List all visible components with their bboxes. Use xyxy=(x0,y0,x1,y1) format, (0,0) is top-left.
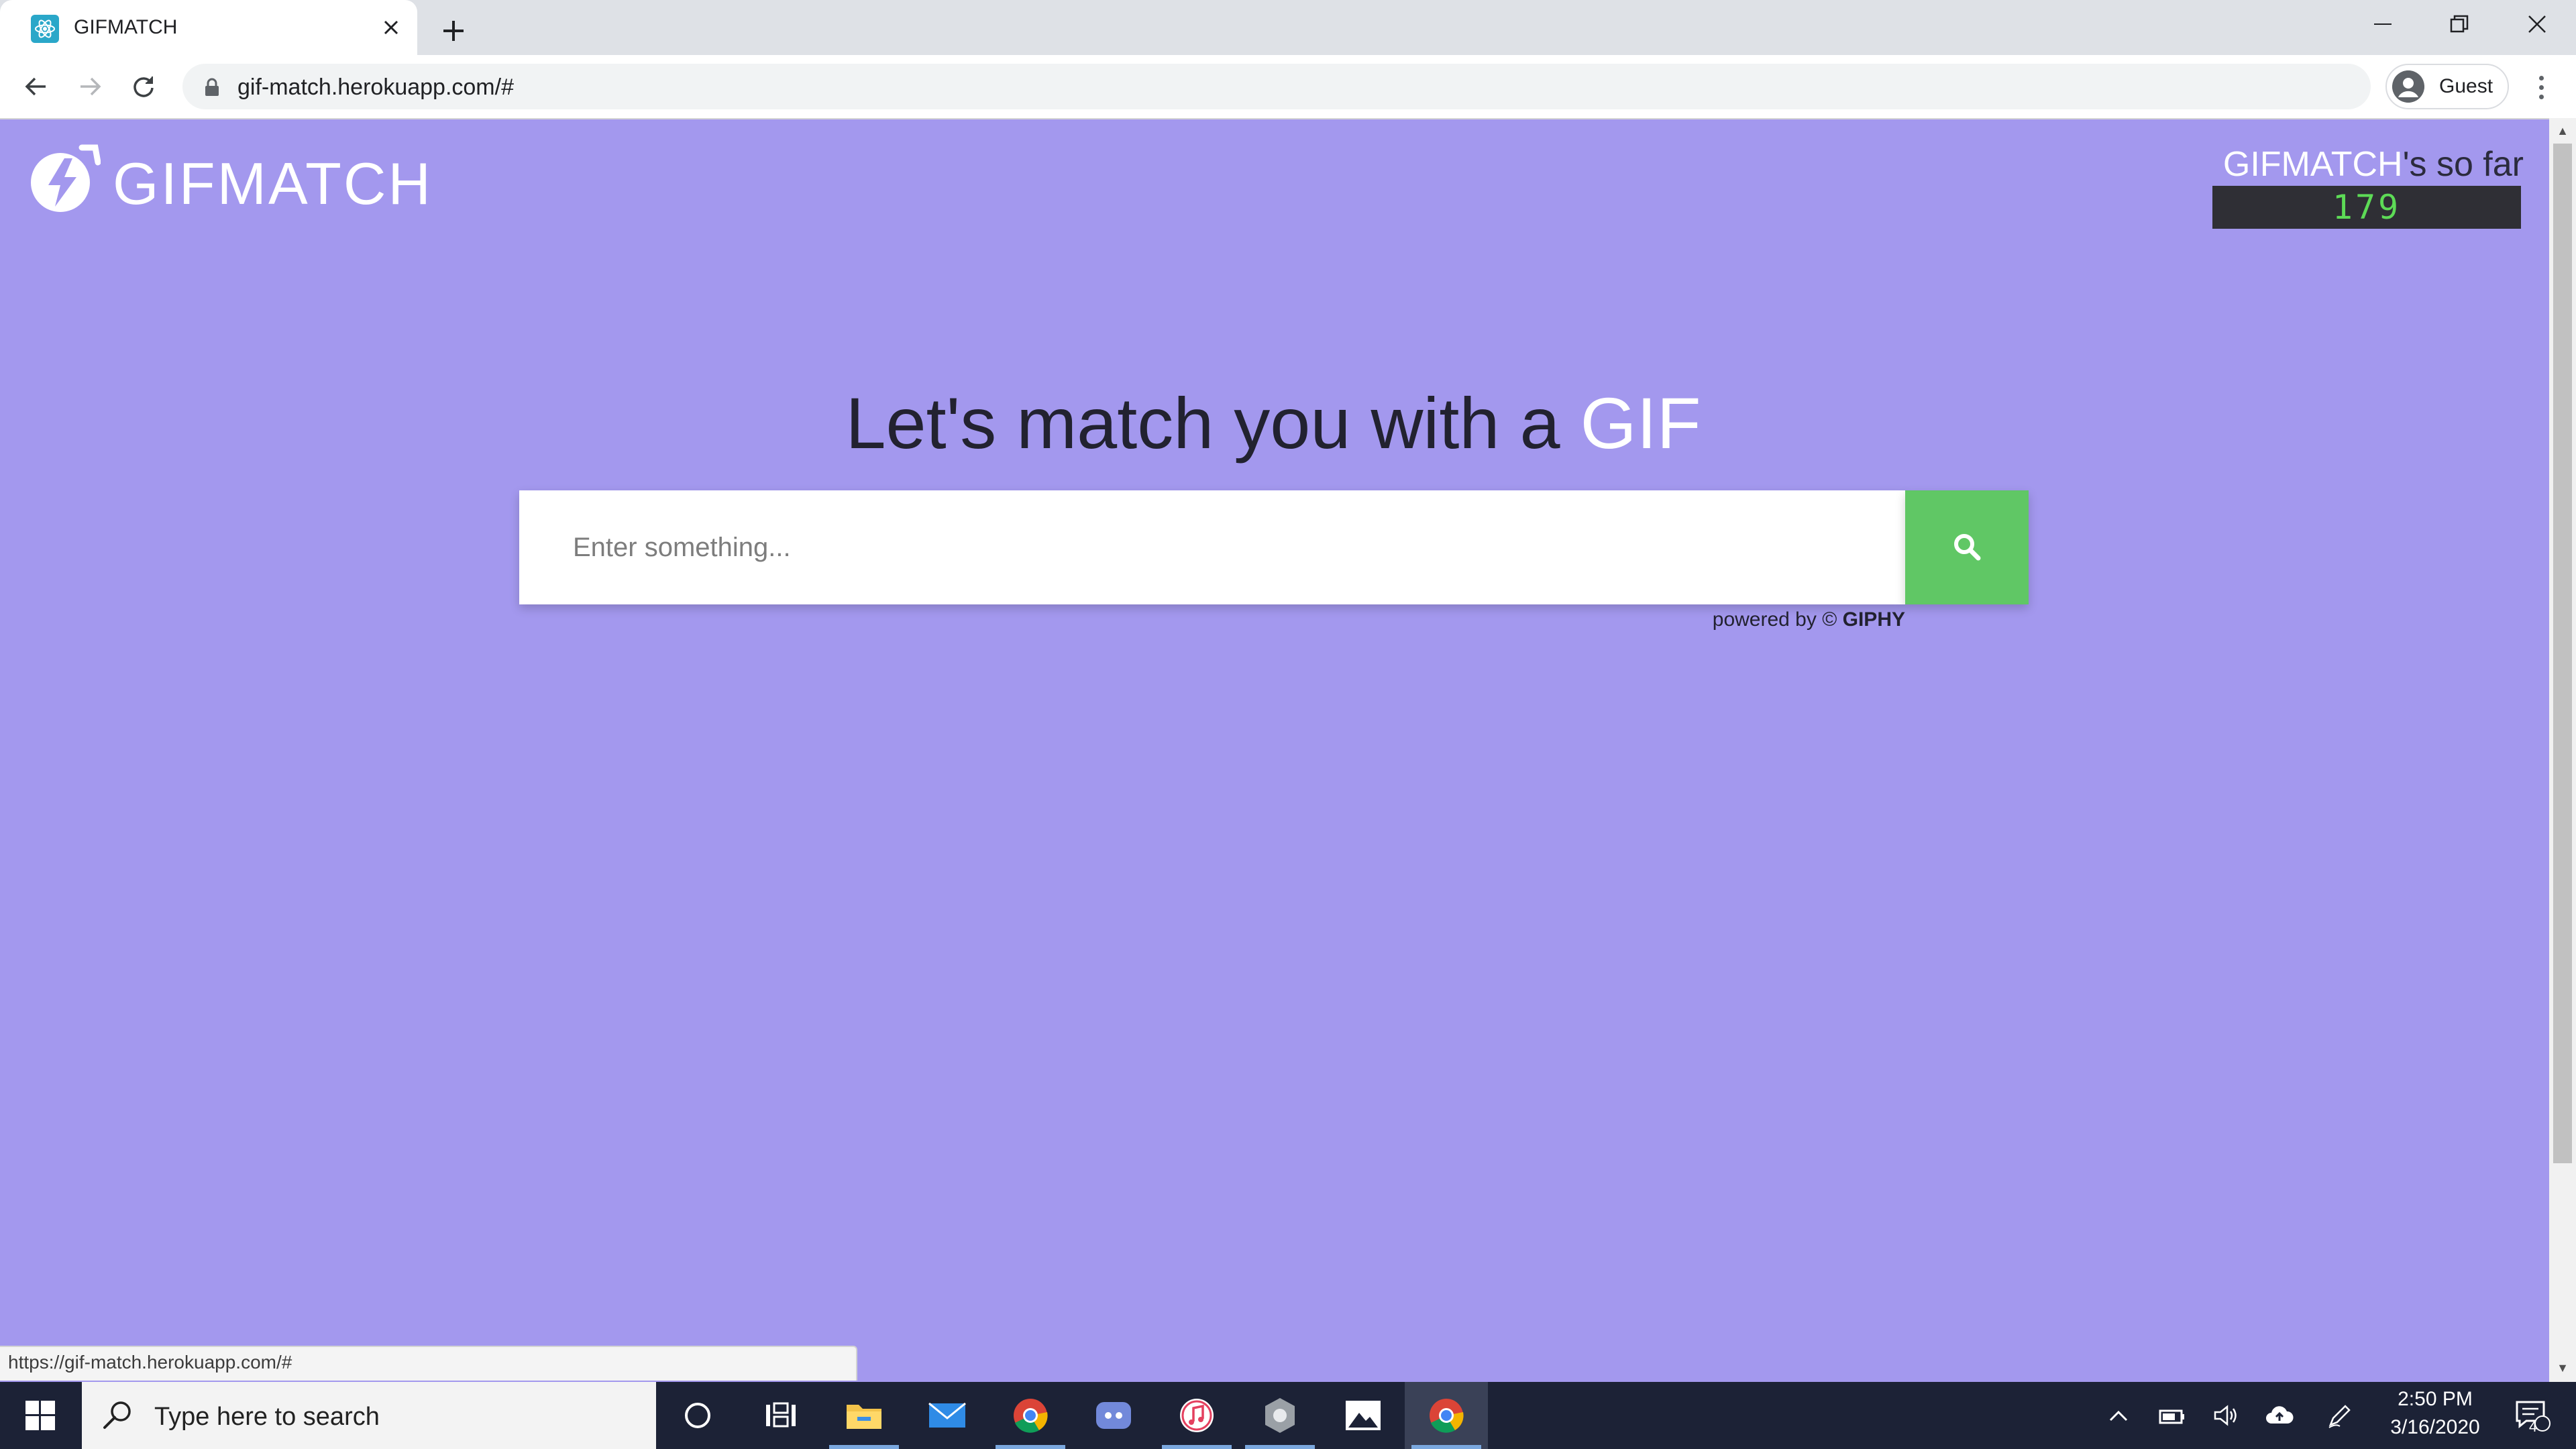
headline-accent: GIF xyxy=(1580,382,1701,464)
giphy-link[interactable]: GIPHY xyxy=(1843,608,1905,631)
gifmatch-logo-icon[interactable] xyxy=(25,142,101,217)
itunes-icon[interactable] xyxy=(1155,1382,1238,1449)
photos-icon[interactable] xyxy=(1322,1382,1405,1449)
page-headline: Let's match you with a GIF xyxy=(0,380,2546,467)
chevron-up-icon[interactable] xyxy=(2098,1382,2139,1449)
chrome-icon[interactable] xyxy=(989,1382,1072,1449)
back-icon[interactable] xyxy=(17,68,55,105)
profile-avatar-icon xyxy=(2392,70,2424,103)
clock-date[interactable]: 3/16/2020 xyxy=(2375,1414,2496,1441)
new-tab-icon[interactable] xyxy=(435,12,472,50)
search-icon xyxy=(1952,532,1982,564)
minimize-icon[interactable] xyxy=(2356,7,2410,42)
lock-icon[interactable] xyxy=(204,78,220,100)
scrollbar-thumb[interactable] xyxy=(2553,144,2572,1163)
tab-close-icon[interactable] xyxy=(376,12,407,43)
react-favicon-icon xyxy=(31,15,59,43)
app-icon[interactable] xyxy=(1238,1382,1322,1449)
browser-tab[interactable] xyxy=(0,0,417,55)
cortana-icon[interactable] xyxy=(656,1382,739,1449)
task-view-icon[interactable] xyxy=(739,1382,822,1449)
notification-count: 4 xyxy=(2528,1418,2538,1435)
search-button[interactable] xyxy=(1905,490,2029,604)
clock-time[interactable]: 2:50 PM xyxy=(2375,1386,2496,1413)
counter-label-rest: 's so far xyxy=(2402,145,2524,184)
pen-icon[interactable] xyxy=(2320,1382,2360,1449)
chrome-icon[interactable] xyxy=(1405,1382,1488,1449)
mail-icon[interactable] xyxy=(906,1382,989,1449)
file-explorer-icon[interactable] xyxy=(822,1382,906,1449)
status-url: https://gif-match.herokuapp.com/# xyxy=(8,1352,292,1373)
tab-title: GIFMATCH xyxy=(74,16,178,38)
volume-icon[interactable] xyxy=(2206,1382,2246,1449)
taskbar-search-icon xyxy=(99,1397,137,1438)
taskbar-search-placeholder: Type here to search xyxy=(154,1403,380,1431)
scroll-down-icon[interactable]: ▼ xyxy=(2553,1358,2572,1378)
forward-icon[interactable] xyxy=(71,68,109,105)
window-close-icon[interactable] xyxy=(2510,7,2564,42)
browser-menu-icon[interactable] xyxy=(2528,70,2555,105)
discord-icon[interactable] xyxy=(1072,1382,1155,1449)
url-text[interactable]: gif-match.herokuapp.com/# xyxy=(237,74,514,101)
counter-label: GIFMATCH's so far xyxy=(2211,144,2524,185)
onedrive-cloud-icon[interactable] xyxy=(2259,1382,2300,1449)
windows-start-icon[interactable] xyxy=(0,1382,80,1449)
powered-prefix: powered by © xyxy=(1712,608,1843,631)
logo-text[interactable]: GIFMATCH xyxy=(113,152,433,216)
restore-icon[interactable] xyxy=(2432,7,2486,42)
scroll-up-icon[interactable]: ▲ xyxy=(2553,121,2572,141)
headline-text: Let's match you with a xyxy=(845,382,1580,464)
notification-center-icon[interactable] xyxy=(2502,1382,2563,1449)
battery-icon[interactable] xyxy=(2152,1382,2192,1449)
powered-by-text: powered by © GIPHY xyxy=(1610,608,1905,632)
profile-label: Guest xyxy=(2439,75,2493,97)
search-input[interactable] xyxy=(519,490,1905,604)
counter-value: 179 xyxy=(2332,188,2402,227)
reload-icon[interactable] xyxy=(125,68,162,105)
counter-label-brand: GIFMATCH xyxy=(2222,145,2403,184)
